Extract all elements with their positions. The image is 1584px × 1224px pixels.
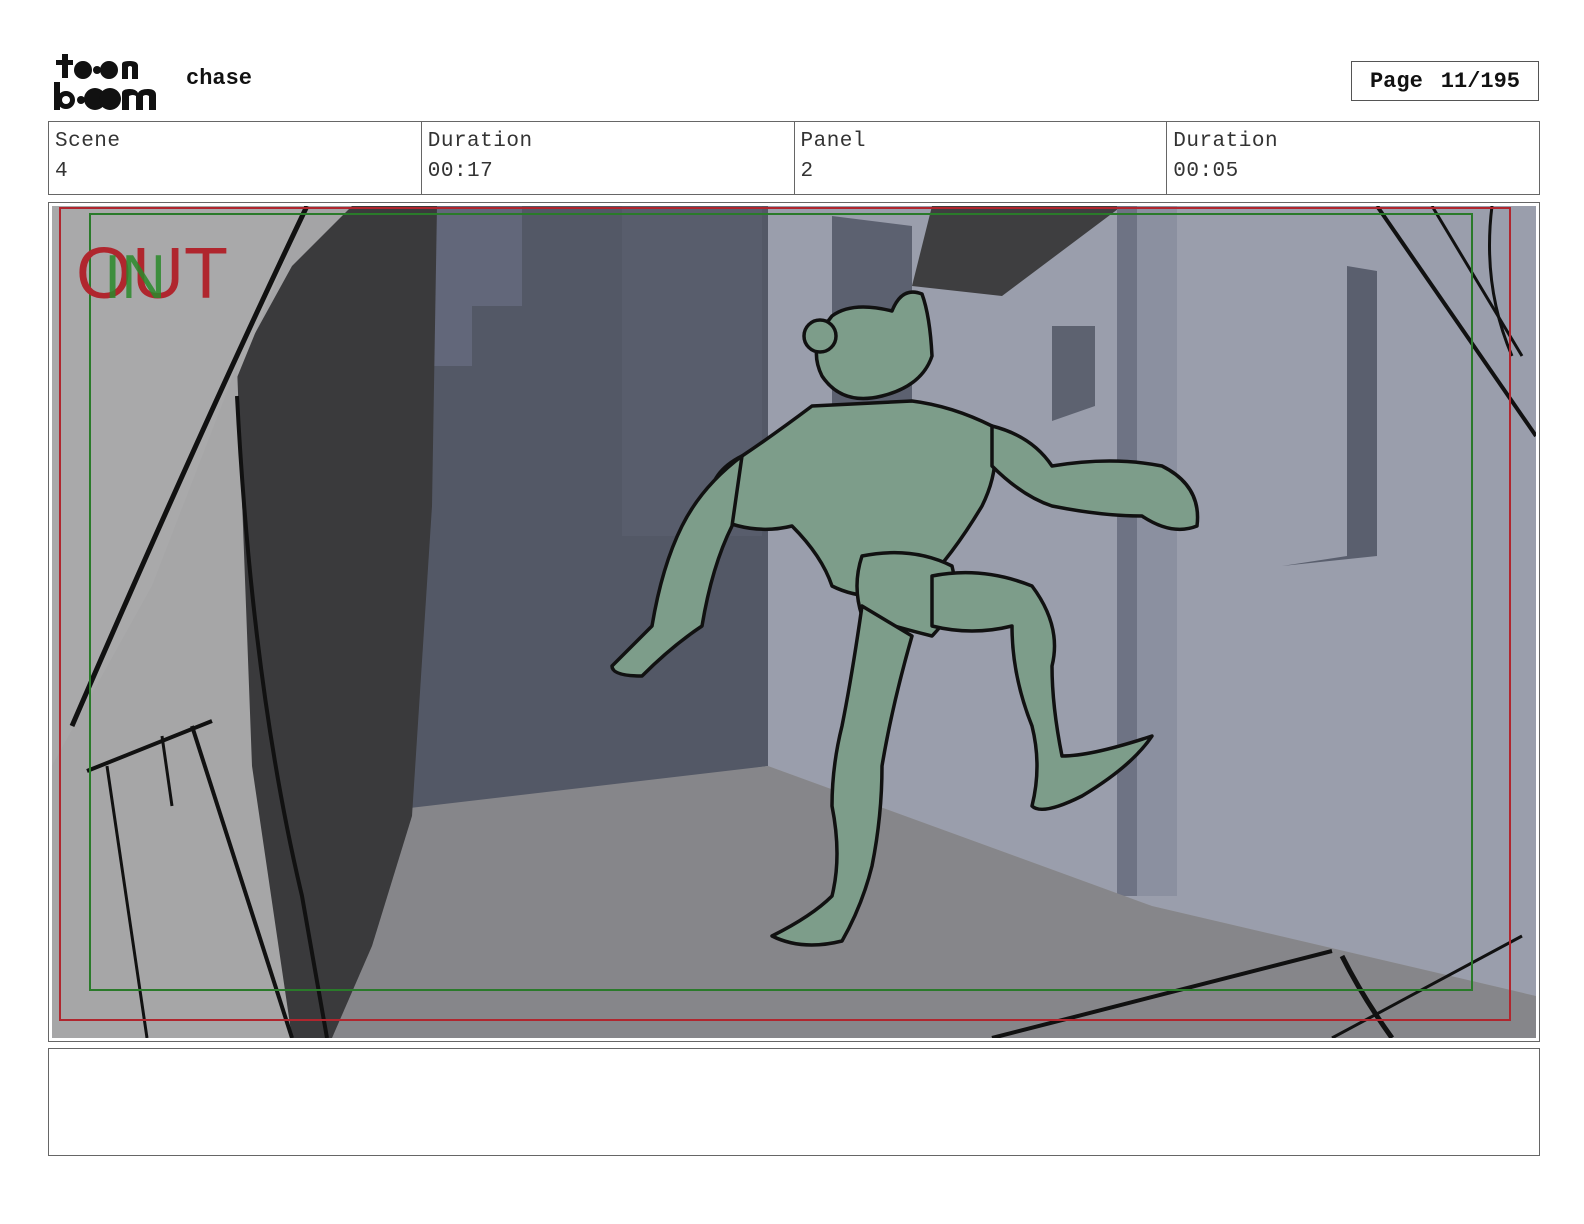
toon-boom-logo	[54, 54, 156, 110]
panel-label: Panel	[800, 130, 867, 153]
panel-notes-box[interactable]	[48, 1048, 1540, 1156]
panel-value: 2	[800, 160, 814, 183]
panel-duration-cell: Duration 00:05	[1167, 122, 1539, 194]
scene-duration-label: Duration	[427, 130, 533, 153]
storyboard-panel-image: OUT IN	[52, 206, 1536, 1038]
scene-duration-cell: Duration 00:17	[422, 122, 795, 194]
panel-duration-label: Duration	[1173, 130, 1279, 153]
project-title: chase	[186, 66, 253, 91]
panel-cell: Panel 2	[795, 122, 1168, 194]
panel-duration-value: 00:05	[1173, 160, 1239, 183]
scene-value: 4	[55, 160, 69, 183]
page-value: 11/195	[1440, 68, 1521, 94]
scene-cell: Scene 4	[49, 122, 422, 194]
scene-duration-value: 00:17	[427, 160, 494, 183]
page-indicator: Page 11/195	[1351, 61, 1539, 101]
in-marker: IN	[104, 243, 166, 312]
scene-label: Scene	[55, 130, 121, 153]
scene-info-table: Scene 4 Duration 00:17 Panel 2 Duration …	[48, 121, 1540, 195]
page-label: Page	[1369, 68, 1423, 94]
